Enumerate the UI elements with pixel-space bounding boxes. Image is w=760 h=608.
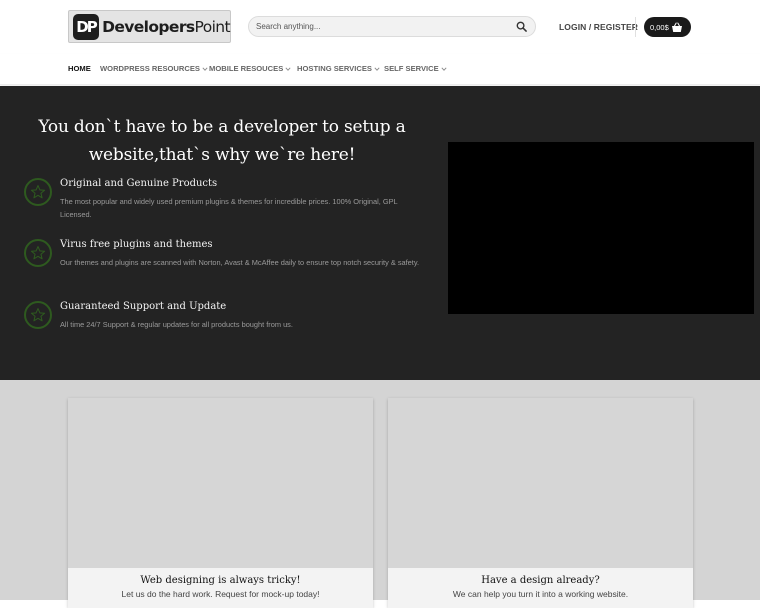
card-title: Have a design already? [481,575,600,586]
nav-item-label: SELF SERVICE [384,64,439,73]
card-image [68,398,373,568]
nav-item-label: MOBILE RESOUCES [209,64,284,73]
feature-description: All time 24/7 Support & regular updates … [60,320,293,329]
star-icon [24,178,52,206]
card-image [388,398,693,568]
chevron-down-icon [441,66,447,71]
logo-text-light: Point [194,17,231,36]
logo-text-bold: Developers [102,17,195,36]
nav-item-mobile-resouces[interactable]: MOBILE RESOUCES [209,64,291,73]
nav-item-label: HOSTING SERVICES [297,64,372,73]
hero-title: You don`t have to be a developer to setu… [30,113,414,169]
feature-description: The most popular and widely used premium… [60,197,398,219]
card-web-designing[interactable]: Web designing is always tricky! Let us d… [68,398,373,608]
logo-text: DevelopersPoint [102,17,231,36]
chevron-down-icon [285,66,291,71]
search-bar [248,16,536,37]
nav-item-label: HOME [68,64,91,73]
nav-item-label: WORDPRESS RESOURCES [100,64,200,73]
chevron-down-icon [202,66,208,71]
search-input[interactable] [249,17,511,36]
nav-item-home[interactable]: HOME [68,64,91,73]
hero-title-line: website,that`s why we`re here! [88,145,356,165]
nav-item-self-service[interactable]: SELF SERVICE [384,64,447,73]
cart-total: 0,00$ [650,22,669,32]
card-subtitle: We can help you turn it into a working w… [452,589,629,599]
feature-title: Virus free plugins and themes [60,239,213,250]
site-header: DP DevelopersPoint LOGIN / REGISTER 0,00… [0,0,760,54]
logo-mark: DP [73,13,100,40]
card-title: Web designing is always tricky! [140,575,301,586]
search-icon[interactable] [511,17,531,37]
feature-description: Our themes and plugins are scanned with … [60,258,420,267]
site-logo[interactable]: DP DevelopersPoint [68,10,231,43]
nav-item-wordpress-resources[interactable]: WORDPRESS RESOURCES [100,64,208,73]
star-icon [24,239,52,267]
card-body: Web designing is always tricky! Let us d… [68,568,373,608]
star-icon [24,301,52,329]
hero-section: You don`t have to be a developer to setu… [0,86,760,380]
feature-title: Guaranteed Support and Update [60,301,227,312]
cards-section: Web designing is always tricky! Let us d… [0,380,760,608]
hero-title-line: You don`t have to be a developer to setu… [38,117,406,137]
header-divider [635,17,636,37]
basket-icon [671,21,683,33]
card-subtitle: Let us do the hard work. Request for moc… [121,589,320,599]
cart-button[interactable]: 0,00$ [644,17,691,37]
main-nav: HOME WORDPRESS RESOURCES MOBILE RESOUCES… [0,54,760,85]
chevron-down-icon [374,66,380,71]
card-body: Have a design already? We can help you t… [388,568,693,608]
feature-title: Original and Genuine Products [60,178,218,189]
nav-item-hosting-services[interactable]: HOSTING SERVICES [297,64,380,73]
video-player[interactable] [448,142,754,314]
card-have-design[interactable]: Have a design already? We can help you t… [388,398,693,608]
login-register-link[interactable]: LOGIN / REGISTER [559,22,638,32]
